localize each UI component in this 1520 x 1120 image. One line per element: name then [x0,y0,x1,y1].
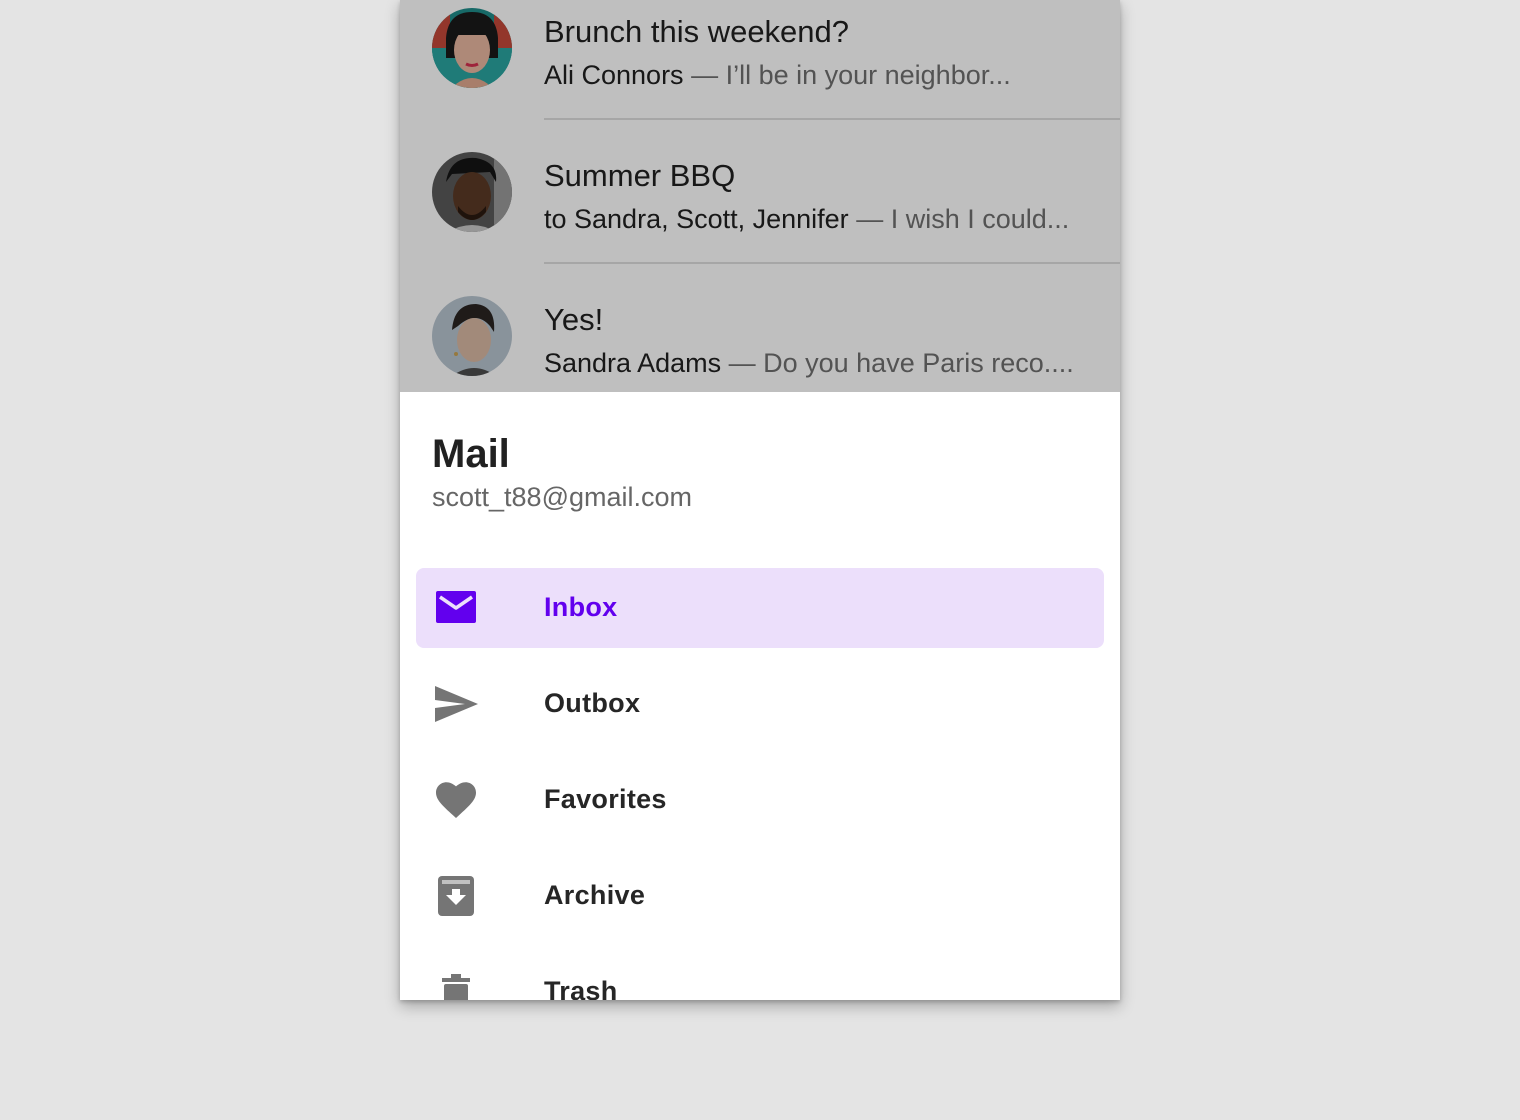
nav-item-archive[interactable]: Archive [416,856,1104,936]
scrim-overlay[interactable] [400,0,1120,392]
nav-item-favorites[interactable]: Favorites [416,760,1104,840]
drawer-title: Mail [432,432,510,476]
phone-screen: Brunch this weekend? Ali Connors — I’ll … [400,0,1120,1000]
nav-item-label: Trash [544,976,618,1000]
archive-icon [432,874,480,918]
nav-item-trash[interactable]: Trash [416,952,1104,1000]
nav-item-outbox[interactable]: Outbox [416,664,1104,744]
nav-item-label: Outbox [544,688,641,718]
bottom-navigation-drawer: Mail scott_t88@gmail.com Inbox Outbox Fa… [400,392,1120,1000]
mail-icon [432,586,480,630]
send-icon [432,682,480,726]
nav-item-label: Inbox [544,592,618,622]
nav-item-label: Archive [544,880,646,910]
account-email: scott_t88@gmail.com [432,482,693,512]
heart-icon [432,778,480,822]
nav-item-inbox[interactable]: Inbox [416,568,1104,648]
trash-icon [432,970,480,1000]
nav-item-label: Favorites [544,784,667,814]
